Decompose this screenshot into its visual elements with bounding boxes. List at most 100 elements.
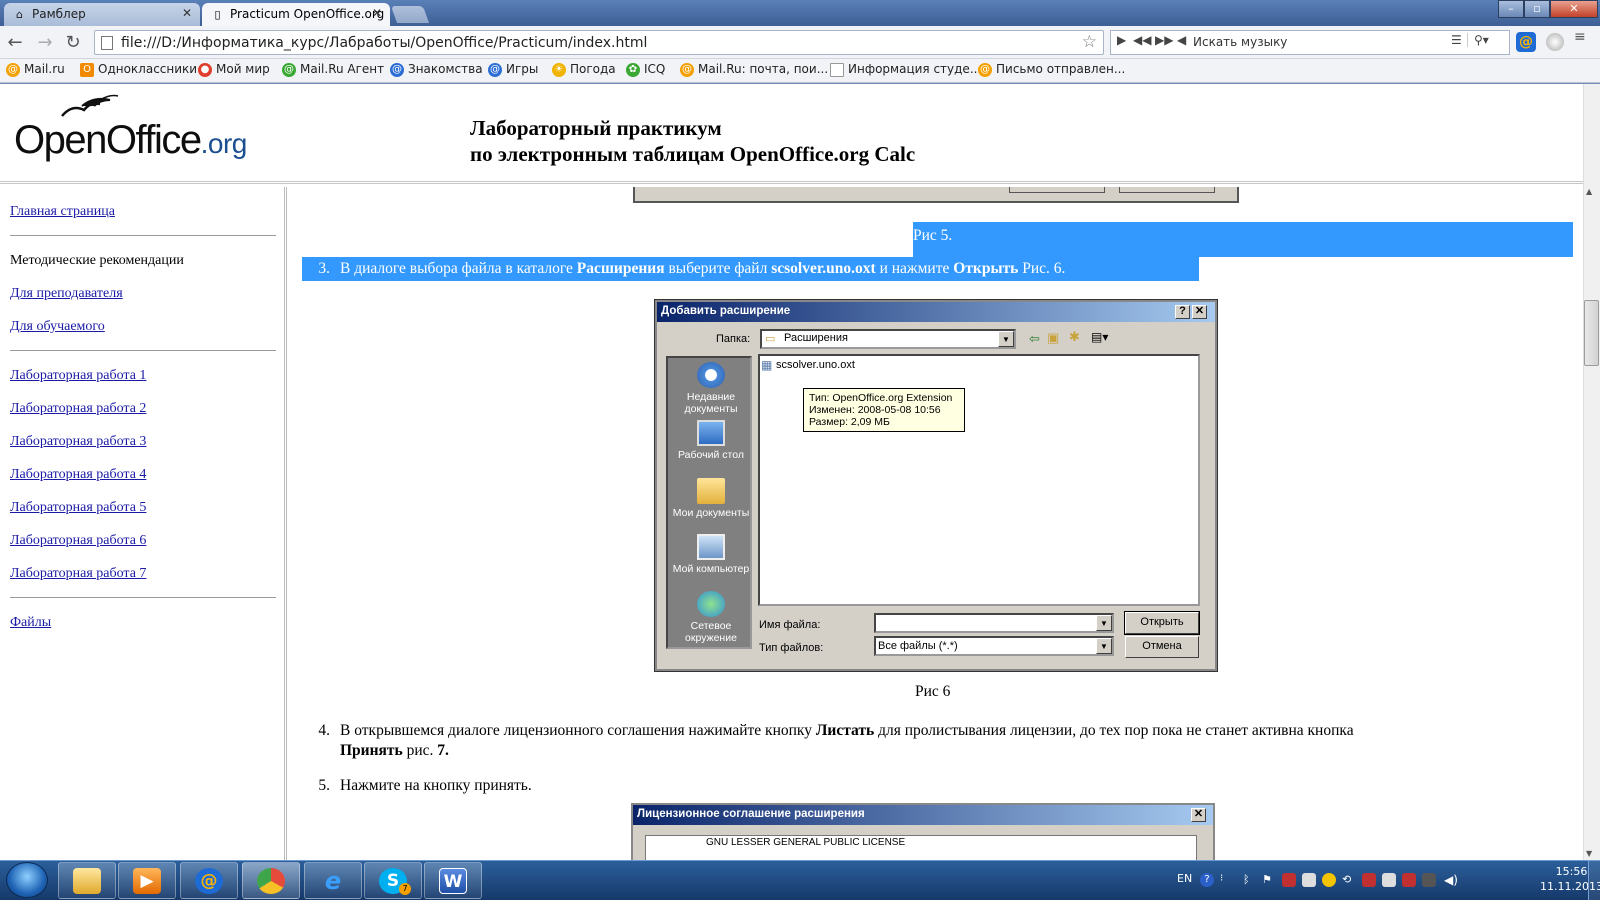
mail-agent-icon: @ [195, 868, 223, 894]
mailru-icon: @ [978, 63, 992, 77]
file-item: scsolver.uno.oxt [776, 359, 855, 371]
link-lab-7[interactable]: Лабораторная работа 7 [10, 566, 146, 582]
link-lab-6[interactable]: Лабораторная работа 6 [10, 533, 146, 549]
language-indicator[interactable]: EN [1177, 872, 1192, 885]
taskbar-explorer[interactable] [58, 862, 116, 899]
minimize-button[interactable]: – [1498, 0, 1524, 18]
bookmark-igry[interactable]: @ Игры [488, 62, 538, 80]
browser-toolbar: ← → ↻ file:///D:/Информатика_курс/Лабраб… [0, 26, 1600, 59]
bookmark-odnoklassniki[interactable]: О Одноклассники [80, 62, 197, 80]
license-text: GNU LESSER GENERAL PUBLIC LICENSE [645, 835, 1197, 860]
link-files[interactable]: Файлы [10, 615, 51, 631]
taskbar-skype[interactable]: S7 [364, 862, 422, 899]
media-player-icon: ▶ [133, 868, 161, 894]
next-track-icon[interactable]: ▶▶ [1155, 33, 1173, 47]
tab-practicum[interactable]: ▯ Practicum OpenOffice.org ✕ [202, 3, 390, 26]
show-desktop-button[interactable] [1588, 860, 1600, 900]
maximize-button[interactable]: ▫ [1524, 0, 1550, 18]
volume-icon[interactable]: ◀ [1177, 33, 1186, 47]
scroll-up-icon[interactable]: ▲ [1586, 187, 1592, 196]
dialog-title: Добавить расширение [657, 302, 1215, 322]
taskbar-media-player[interactable]: ▶ [118, 862, 176, 899]
link-for-student[interactable]: Для обучаемого [10, 319, 105, 335]
link-lab-5[interactable]: Лабораторная работа 5 [10, 500, 146, 516]
divider [10, 350, 276, 351]
antivirus-icon[interactable] [1402, 873, 1416, 887]
bookmarks-bar: @ Mail.ru О Одноклассники ● Мой мир @ Mail.R… [0, 59, 1600, 83]
place-my-computer: Мой компьютер [668, 534, 754, 575]
start-button[interactable] [6, 862, 48, 898]
forward-button[interactable]: → [34, 32, 56, 54]
reload-button[interactable]: ↻ [62, 32, 84, 54]
bookmark-letter-sent[interactable]: @ Письмо отправлен... [978, 62, 1125, 80]
help-icon[interactable]: ? [1200, 873, 1214, 887]
step-3: 3. В диалоге выбора файла в каталоге Расш… [318, 260, 1066, 277]
vertical-scrollbar[interactable] [1583, 84, 1600, 860]
taskbar-chrome[interactable] [242, 862, 300, 899]
bookmark-info-student[interactable]: Информация студе... [830, 62, 981, 80]
bookmark-pogoda[interactable]: ☀ Погода [552, 62, 616, 80]
sync-icon[interactable]: ⟲ [1342, 873, 1356, 887]
link-lab-3[interactable]: Лабораторная работа 3 [10, 434, 146, 450]
folder-label: Папка: [716, 333, 751, 345]
link-home[interactable]: Главная страница [10, 204, 115, 220]
mail-tray-icon[interactable] [1322, 873, 1336, 887]
list-icon[interactable]: ☰ [1451, 33, 1462, 47]
flag-icon[interactable]: ⚑ [1262, 873, 1276, 887]
openoffice-logo: OpenOffice.org [14, 118, 247, 162]
bookmark-mailru-mail[interactable]: @ Mail.Ru: почта, пои... [680, 62, 828, 80]
agent-icon: @ [282, 63, 296, 77]
tab-close-icon[interactable]: ✕ [372, 6, 382, 20]
wifi-icon[interactable] [1422, 873, 1436, 887]
notes-icon[interactable] [1302, 873, 1316, 887]
games-icon: @ [488, 63, 502, 77]
taskbar-mail-agent[interactable]: @ [180, 862, 238, 899]
link-lab-2[interactable]: Лабораторная работа 2 [10, 401, 146, 417]
new-tab-button[interactable] [390, 6, 430, 23]
search-icon[interactable]: ⚲▾ [1467, 33, 1501, 47]
up-folder-icon: ▣ [1047, 330, 1060, 345]
tab-close-icon[interactable]: ✕ [182, 6, 192, 20]
link-lab-4[interactable]: Лабораторная работа 4 [10, 467, 146, 483]
link-lab-1[interactable]: Лабораторная работа 1 [10, 368, 146, 384]
link-for-teacher[interactable]: Для преподавателя [10, 286, 123, 302]
url-text[interactable]: file:///D:/Информатика_курс/Лабработы/Op… [121, 35, 647, 51]
mail-agent-icon[interactable]: @ [1516, 32, 1536, 52]
bookmark-mailru[interactable]: @ Mail.ru [6, 62, 65, 80]
menu-icon[interactable]: ≡ [1574, 30, 1590, 44]
bookmark-star-icon[interactable]: ☆ [1082, 32, 1097, 52]
recent-docs-icon [697, 362, 725, 388]
update-icon[interactable] [1362, 873, 1376, 887]
folder-icon: ▭ [765, 333, 776, 345]
znakomstva-icon: @ [390, 63, 404, 77]
prev-track-icon[interactable]: ◀◀ [1133, 33, 1151, 47]
language-bar-icon[interactable]: ⁝ [1220, 873, 1234, 887]
address-bar[interactable]: file:///D:/Информатика_курс/Лабработы/Op… [94, 30, 1104, 55]
bluetooth-icon[interactable]: ᛒ [1243, 873, 1257, 887]
play-icon[interactable]: ▶ [1117, 33, 1126, 47]
tab-rambler[interactable]: ⌂ Рамблер ✕ [4, 3, 200, 26]
divider [10, 235, 276, 236]
moy-mir-icon: ● [198, 63, 212, 77]
window-close-button[interactable]: ✕ [1550, 0, 1598, 18]
status-globe-icon[interactable] [1546, 33, 1564, 51]
bookmark-znakomstva[interactable]: @ Знакомства [390, 62, 483, 80]
file-list: ▦ scsolver.uno.oxt Тип: OpenOffice.org E… [758, 354, 1200, 606]
dialog-title: Лицензионное соглашение расширения [633, 805, 1213, 825]
place-desktop: Рабочий стол [668, 420, 754, 461]
music-search-input[interactable]: Искать музыку [1193, 35, 1287, 49]
back-button[interactable]: ← [4, 32, 26, 54]
volume-icon[interactable]: ◀) [1444, 873, 1458, 887]
taskbar-ie[interactable]: e [304, 862, 362, 899]
scrollbar-thumb[interactable] [1584, 300, 1599, 366]
device-icon[interactable] [1382, 873, 1396, 887]
desktop-icon [697, 420, 725, 446]
network-icon[interactable] [1282, 873, 1296, 887]
bookmark-icq[interactable]: ✿ ICQ [626, 62, 665, 80]
bookmark-agent[interactable]: @ Mail.Ru Агент [282, 62, 384, 80]
step-5: 5. Нажмите на кнопку принять. [318, 777, 532, 794]
page-icon [830, 63, 844, 77]
taskbar-word[interactable]: W [424, 862, 482, 899]
bookmark-moy-mir[interactable]: ● Мой мир [198, 62, 270, 80]
scroll-down-icon[interactable]: ▼ [1586, 849, 1592, 858]
